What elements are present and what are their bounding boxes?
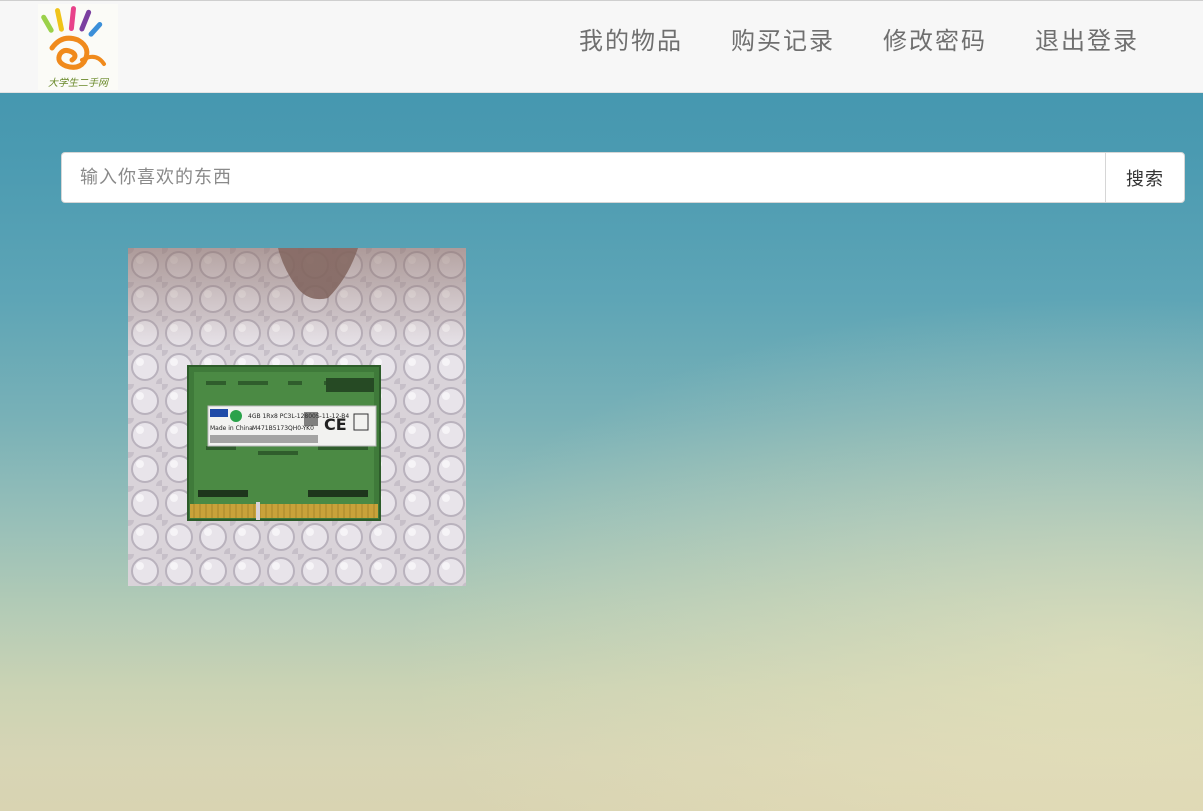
top-navbar: 大学生二手网 我的物品 购买记录 修改密码 退出登录 [0, 0, 1203, 93]
main-nav: 我的物品 购买记录 修改密码 退出登录 [531, 25, 1139, 57]
nav-change-password[interactable]: 修改密码 [883, 25, 987, 57]
ram-module-photo: 4GB 1Rx8 PC3L-12800S-11-12-B4 Made in Ch… [128, 248, 466, 586]
svg-text:CE: CE [324, 415, 347, 434]
nav-my-items[interactable]: 我的物品 [579, 25, 683, 57]
search-input[interactable] [61, 152, 1105, 203]
handprint-logo-icon: 大学生二手网 [41, 6, 110, 89]
ram-label-line-2: M471B5173QH0-YK0 [252, 425, 314, 432]
item-card[interactable]: 4GB 1Rx8 PC3L-12800S-11-12-B4 Made in Ch… [128, 248, 466, 586]
nav-purchase-history[interactable]: 购买记录 [731, 25, 835, 57]
logo-text: 大学生二手网 [48, 77, 110, 89]
nav-logout[interactable]: 退出登录 [1035, 25, 1139, 57]
site-logo[interactable]: 大学生二手网 [38, 4, 118, 90]
ram-origin-text: Made in China [210, 425, 253, 432]
search-bar: 搜索 [61, 152, 1185, 203]
search-button[interactable]: 搜索 [1105, 152, 1185, 203]
